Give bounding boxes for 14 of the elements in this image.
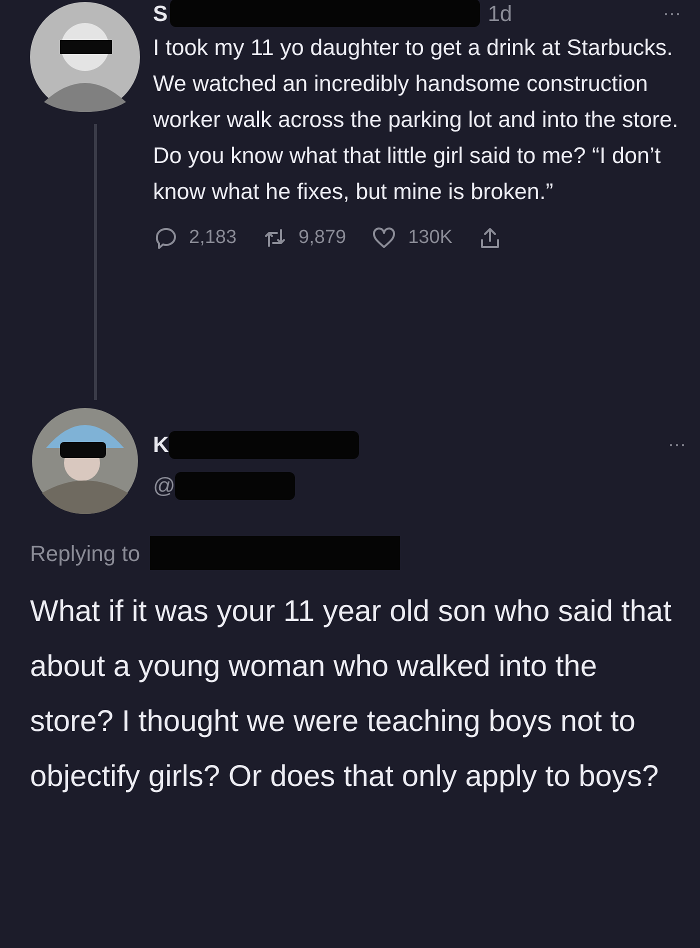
- user-name[interactable]: K: [153, 428, 169, 461]
- user-handle[interactable]: @: [153, 469, 176, 502]
- timestamp: 1d: [488, 0, 512, 28]
- more-button[interactable]: ···: [668, 431, 686, 458]
- heart-icon[interactable]: [372, 226, 396, 250]
- action-count: 2,183: [189, 226, 237, 250]
- reply-icon[interactable]: [153, 226, 177, 250]
- tweet-text: I took my 11 yo daughter to get a drink at Starbucks. We watched an incredibly handsome construction worker walk across the parking lot and into the store. Do you know what that little girl said to me? “I don’t know what he fixes, but mine is broken.”: [153, 34, 680, 206]
- replying-to-label: Replying to: [30, 540, 140, 568]
- action-count: 130K: [408, 226, 452, 250]
- more-button[interactable]: ···: [663, 0, 681, 26]
- action-count: 9,879: [298, 226, 346, 250]
- reply-text: What if it was your 11 year old son who said that about a young woman who walked into the store? I thought we were teaching boys not to objectify girls? Or does that only apply to boys?: [29, 594, 672, 795]
- user-name[interactable]: S: [153, 0, 168, 30]
